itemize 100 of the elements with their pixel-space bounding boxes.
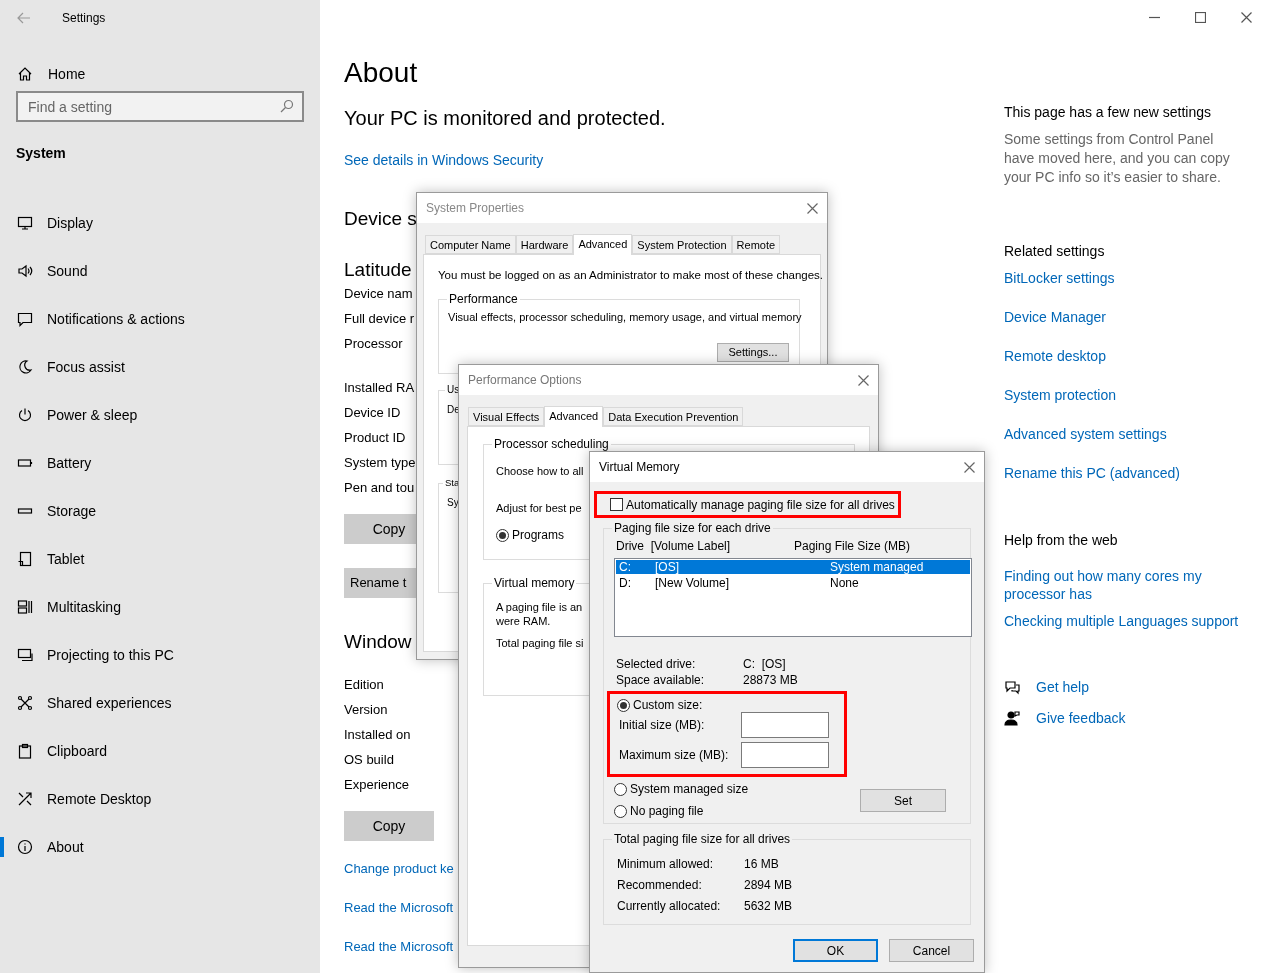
copy-button[interactable]: Copy: [344, 811, 434, 841]
maximize-icon[interactable]: [1194, 11, 1206, 23]
status-text: Your PC is monitored and protected.: [344, 106, 666, 131]
page-title: About: [344, 56, 418, 90]
crossed-arrows-icon: [17, 791, 33, 807]
spec-label: OS build: [344, 751, 394, 769]
description-text: A paging file is an: [496, 600, 583, 614]
model-name: Latitude: [344, 259, 412, 281]
description-text: Some settings from Control Panel have moved here, and you can copy your PC info so it’s easier to share.: [1004, 130, 1231, 187]
section-heading: This page has a few new settings: [1004, 103, 1211, 122]
link[interactable]: Read the Microsoft: [344, 898, 454, 918]
sidebar-item[interactable]: Remote Desktop: [0, 775, 320, 823]
link[interactable]: Checking multiple Languages support: [1004, 612, 1240, 630]
close-icon[interactable]: [807, 202, 818, 214]
sidebar-item[interactable]: Display: [0, 199, 320, 247]
sidebar-item[interactable]: Focus assist: [0, 343, 320, 391]
sidebar-item[interactable]: Shared experiences: [0, 679, 320, 727]
radio-label: Programs: [512, 528, 564, 542]
tab[interactable]: Advanced: [573, 234, 633, 255]
info-icon: [17, 839, 33, 855]
search-icon: [280, 99, 294, 113]
field-label: Recommended:: [617, 877, 703, 894]
field-label: Space available:: [615, 672, 706, 688]
spec-label: Device nam: [344, 285, 413, 303]
description-text: were RAM.: [496, 614, 551, 628]
help-chat-icon: [1004, 679, 1020, 695]
tab[interactable]: Computer Name: [425, 235, 516, 254]
link[interactable]: Get help: [1036, 677, 1089, 697]
spec-label: Full device r: [344, 310, 415, 328]
section-heading: Help from the web: [1004, 531, 1118, 550]
speaker-icon: [17, 263, 33, 279]
close-icon[interactable]: [858, 374, 869, 386]
sidebar-item[interactable]: Tablet: [0, 535, 320, 583]
spec-label: Pen and tou: [344, 479, 415, 497]
set-button[interactable]: Set: [860, 789, 947, 812]
sidebar-item[interactable]: Battery: [0, 439, 320, 487]
radio-button[interactable]: [496, 528, 509, 542]
settings-button[interactable]: Settings...: [717, 343, 789, 362]
list-row[interactable]: C: [OS] System managed: [616, 560, 970, 574]
close-icon[interactable]: [1240, 11, 1252, 23]
sidebar-item[interactable]: Clipboard: [0, 727, 320, 775]
column-header: Paging File Size (MB): [794, 539, 911, 553]
link[interactable]: BitLocker settings: [1004, 268, 1115, 288]
sidebar-item[interactable]: Power & sleep: [0, 391, 320, 439]
dialog-button[interactable]: Cancel: [889, 939, 974, 962]
link[interactable]: Give feedback: [1036, 708, 1126, 728]
input-field[interactable]: [741, 742, 829, 768]
group-label: Virtual memory: [492, 576, 577, 590]
link[interactable]: Advanced system settings: [1004, 424, 1167, 444]
nodes-icon: [17, 695, 33, 711]
link[interactable]: Read the Microsoft: [344, 937, 454, 957]
link[interactable]: Change product ke: [344, 859, 454, 879]
radio-button[interactable]: [617, 698, 630, 712]
spec-label: Processor: [344, 335, 403, 353]
tab[interactable]: Visual Effects: [468, 407, 545, 426]
window-title: Settings: [62, 9, 106, 27]
input-field[interactable]: [741, 712, 829, 738]
link[interactable]: Device Manager: [1004, 307, 1106, 327]
rename-button[interactable]: Rename t: [344, 568, 416, 598]
list-row[interactable]: D: [New Volume] None: [616, 576, 970, 590]
sidebar-item[interactable]: Storage: [0, 487, 320, 535]
link[interactable]: System protection: [1004, 385, 1117, 405]
description-text: Sy: [447, 496, 459, 510]
checkbox[interactable]: [610, 498, 623, 511]
tab[interactable]: Hardware: [515, 235, 574, 254]
link[interactable]: Remote desktop: [1004, 346, 1106, 366]
field-value: 2894 MB: [744, 877, 793, 894]
field-value: C: [OS]: [743, 656, 786, 672]
home-icon: [17, 66, 33, 82]
field-label: Maximum size (MB):: [618, 747, 730, 764]
spec-label: Installed on: [344, 726, 411, 744]
dialog-button[interactable]: OK: [793, 939, 878, 962]
sidebar-item[interactable]: About: [0, 823, 320, 871]
close-icon[interactable]: [964, 461, 975, 473]
link[interactable]: Rename this PC (advanced): [1004, 463, 1180, 483]
tablet-icon: [17, 551, 33, 567]
search-field[interactable]: Find a setting: [16, 91, 304, 122]
monitor-icon: [17, 215, 33, 231]
radio-label: System managed size: [630, 782, 749, 796]
tab[interactable]: System Protection: [632, 235, 732, 254]
tab[interactable]: Advanced: [544, 406, 604, 427]
tab[interactable]: Remote: [731, 235, 781, 254]
security-link[interactable]: See details in Windows Security: [344, 150, 544, 170]
radio-button[interactable]: [614, 804, 627, 818]
field-value: 5632 MB: [744, 898, 793, 915]
radio-label: No paging file: [630, 804, 704, 818]
home-nav-item[interactable]: Home: [0, 59, 320, 89]
link[interactable]: Finding out how many cores my processor has: [1004, 567, 1240, 603]
radio-button[interactable]: [614, 782, 627, 796]
sidebar-item[interactable]: Sound: [0, 247, 320, 295]
section-heading: Related settings: [1004, 242, 1105, 261]
projector-screen-icon: [17, 647, 33, 663]
section-heading: Window: [344, 630, 412, 654]
group-label: Processor scheduling: [492, 437, 611, 451]
sidebar-item[interactable]: Projecting to this PC: [0, 631, 320, 679]
sidebar-item[interactable]: Notifications & actions: [0, 295, 320, 343]
field-value: 28873 MB: [743, 672, 798, 688]
sidebar-item[interactable]: Multitasking: [0, 583, 320, 631]
group-label: Total paging file size for all drives: [612, 832, 793, 846]
tab[interactable]: Data Execution Prevention: [603, 407, 744, 426]
